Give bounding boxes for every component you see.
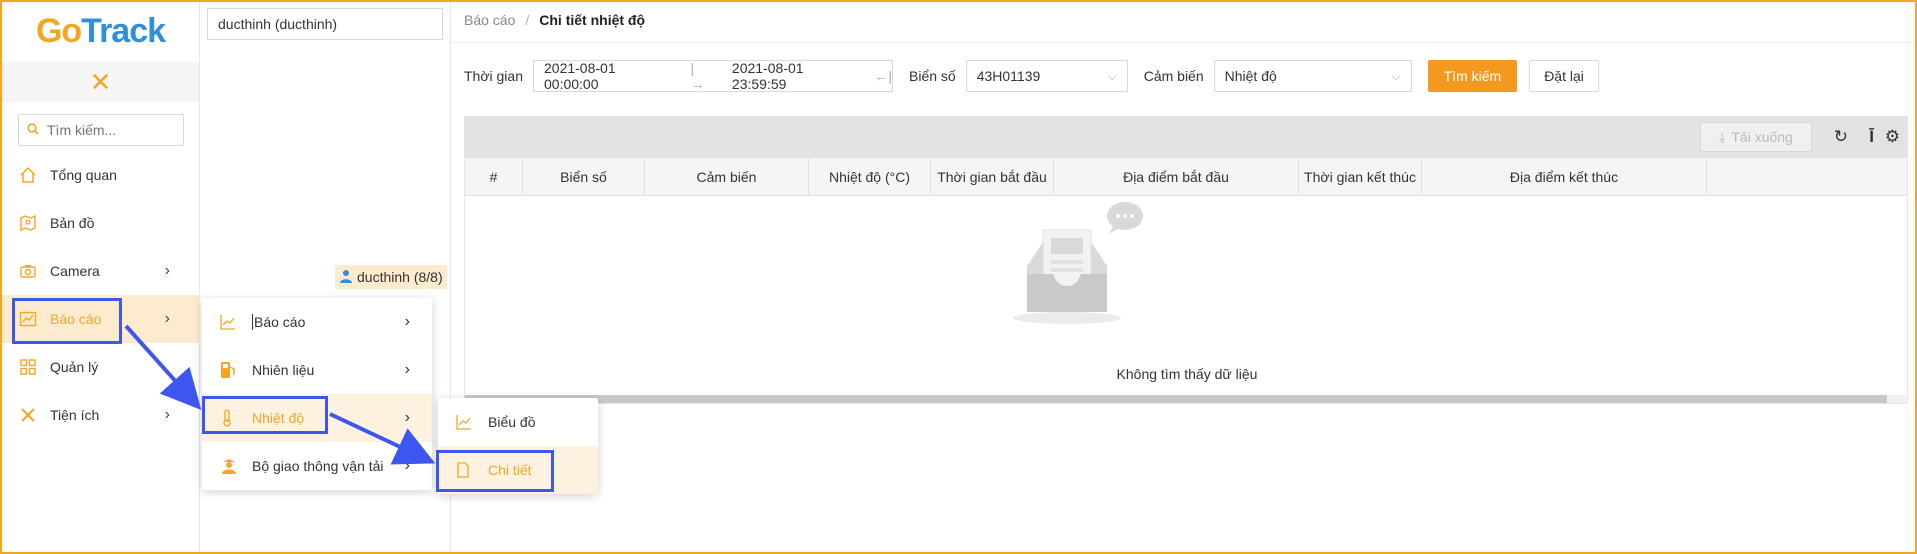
- arrow-to-chi-tiet: [329, 412, 436, 465]
- arrow-to-nhiet-do: [124, 324, 202, 410]
- annotation-arrows: [124, 324, 436, 465]
